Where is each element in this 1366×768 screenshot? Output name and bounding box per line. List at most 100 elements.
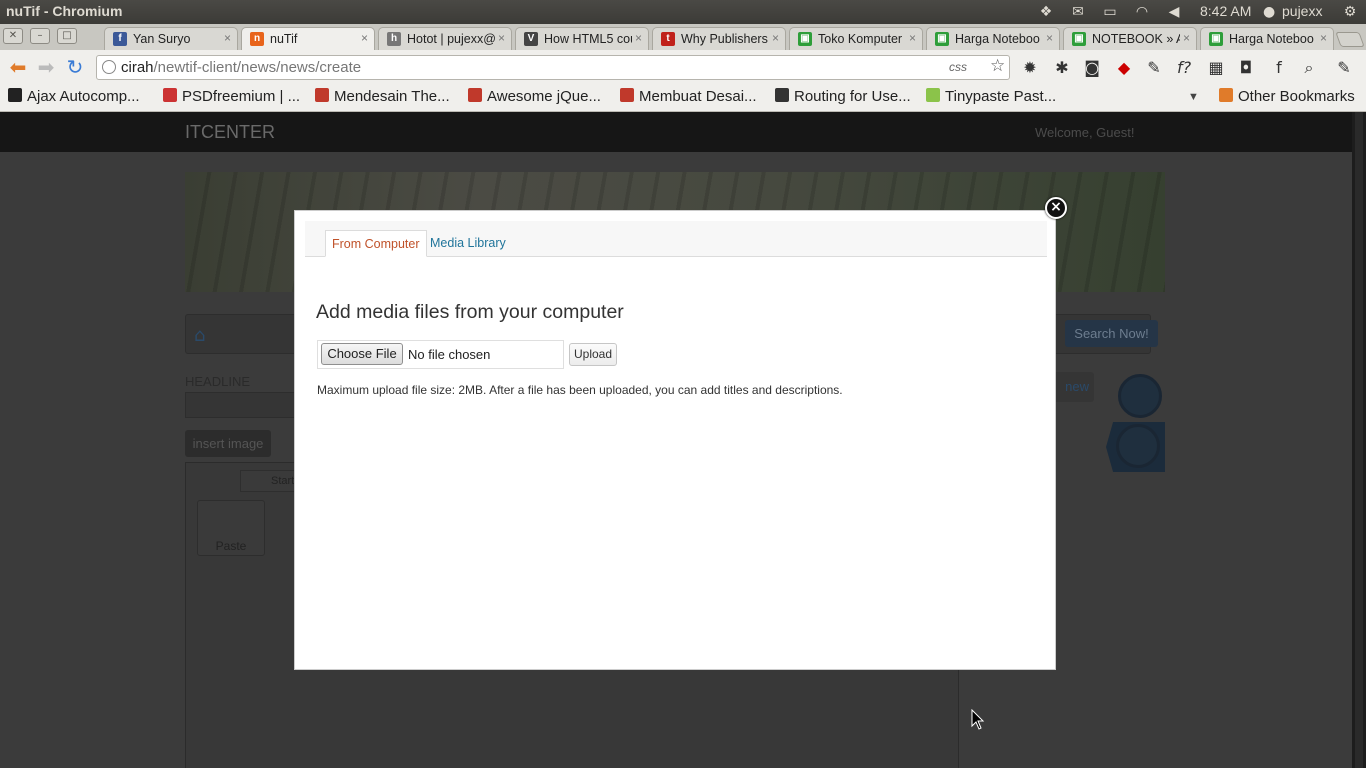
window-close-button[interactable]: ✕	[3, 28, 23, 44]
browser-tab[interactable]: ▣ Harga Noteboo ×	[1200, 27, 1334, 50]
tab-label: How HTML5 cou	[544, 32, 632, 46]
browser-tab[interactable]: ▣ Harga Noteboo ×	[926, 27, 1060, 50]
bookmark-item[interactable]: Membuat Desai...	[620, 88, 757, 105]
tab-favicon-icon: ▣	[1209, 32, 1223, 46]
bookmark-label: PSDfreemium | ...	[182, 88, 301, 105]
extension-search-icon[interactable]: ⌕	[1298, 57, 1320, 79]
site-navbar: ITCENTER Welcome, Guest!	[0, 112, 1352, 152]
editor-tab-start[interactable]: Start	[240, 470, 300, 492]
bookmark-favicon-icon	[163, 88, 177, 102]
tab-label: nuTif	[270, 32, 298, 46]
home-icon[interactable]: ⌂	[194, 325, 205, 346]
tab-close-icon[interactable]: ×	[361, 31, 368, 45]
tab-close-icon[interactable]: ×	[1183, 31, 1190, 45]
tab-close-icon[interactable]: ×	[635, 31, 642, 45]
browser-tab[interactable]: ▣ Toko Komputer ×	[789, 27, 923, 50]
battery-icon[interactable]: ▭	[1100, 3, 1120, 21]
search-now-button[interactable]: Search Now!	[1065, 320, 1158, 347]
tab-close-icon[interactable]: ×	[909, 31, 916, 45]
paste-button[interactable]: Paste	[197, 500, 265, 556]
extension-font-icon[interactable]: f?	[1173, 57, 1195, 79]
reload-icon[interactable]: ↻	[64, 56, 86, 78]
tab-strip: ✕ – □ f Yan Suryo × n nuTif × h Hotot | pujexx@…	[0, 24, 1366, 51]
tab-label: Toko Komputer	[818, 32, 903, 46]
upload-button[interactable]: Upload	[569, 343, 617, 366]
bookmark-item[interactable]: PSDfreemium | ...	[163, 88, 300, 105]
mouse-cursor-icon	[971, 709, 985, 730]
tab-favicon-icon: ▣	[798, 32, 812, 46]
side-home-icon[interactable]	[1118, 374, 1162, 418]
bookmark-star-icon[interactable]: ☆	[990, 56, 1005, 76]
upload-size-note: Maximum upload file size: 2MB. After a f…	[317, 383, 843, 397]
headline-input[interactable]	[185, 392, 305, 418]
new-button[interactable]: new	[1050, 372, 1094, 402]
extension-gear-icon[interactable]: ✹	[1019, 57, 1041, 79]
side-news-icon[interactable]	[1116, 424, 1160, 468]
tab-label: Harga Noteboo	[1229, 32, 1314, 46]
bookmark-label: Mendesain The...	[334, 88, 450, 105]
extension-box-icon[interactable]: ◘	[1235, 57, 1257, 79]
user-name[interactable]: pujexx	[1282, 3, 1322, 19]
site-brand[interactable]: ITCENTER	[185, 122, 275, 143]
back-arrow-icon[interactable]: ⬅	[7, 56, 29, 78]
extension-bug-icon[interactable]: ✱	[1051, 57, 1073, 79]
extension-t-icon[interactable]: ▦	[1205, 57, 1227, 79]
bookmark-label: Membuat Desai...	[639, 88, 757, 105]
choose-file-button[interactable]: Choose File	[321, 343, 403, 365]
bookmark-label: Awesome jQue...	[487, 88, 601, 105]
new-tab-button[interactable]	[1335, 32, 1365, 47]
tab-favicon-icon: n	[250, 32, 264, 46]
folder-icon	[1219, 88, 1233, 102]
tab-favicon-icon: t	[661, 32, 675, 46]
browser-tab[interactable]: V How HTML5 cou ×	[515, 27, 649, 50]
user-icon: ●	[1263, 4, 1276, 20]
dropbox-icon[interactable]: ❖	[1036, 3, 1056, 21]
welcome-menu[interactable]: Welcome, Guest!	[1035, 125, 1134, 140]
tab-close-icon[interactable]: ×	[772, 31, 779, 45]
tab-close-icon[interactable]: ×	[498, 31, 505, 45]
browser-tab[interactable]: t Why Publishers ×	[652, 27, 786, 50]
wifi-icon[interactable]: ◠	[1132, 3, 1152, 21]
tab-favicon-icon: h	[387, 32, 401, 46]
wrench-icon[interactable]: ✎	[1333, 57, 1355, 79]
extension-redhat-icon[interactable]: ◆	[1113, 57, 1135, 79]
bookmarks-bar: Ajax Autocomp... PSDfreemium | ... Mendesa…	[0, 84, 1366, 112]
modal-close-icon[interactable]: ×	[1045, 197, 1067, 219]
extension-eyedropper-icon[interactable]: ✎	[1143, 57, 1165, 79]
forward-arrow-icon[interactable]: ➡	[35, 56, 57, 78]
extension-camera-icon[interactable]: ◙	[1081, 57, 1103, 79]
bookmark-item[interactable]: Ajax Autocomp...	[8, 88, 140, 105]
bookmark-item[interactable]: Routing for Use...	[775, 88, 911, 105]
window-minimize-button[interactable]: –	[30, 28, 50, 44]
os-top-panel: nuTif - Chromium ❖ ✉ ▭ ◠ ◀ 8:42 AM ● puj…	[0, 0, 1366, 24]
insert-image-button[interactable]: insert image	[185, 430, 271, 457]
modal-tab-bar: From Computer Media Library	[305, 221, 1047, 257]
tab-close-icon[interactable]: ×	[1046, 31, 1053, 45]
bookmark-item[interactable]: Tinypaste Past...	[926, 88, 1056, 105]
bookmarks-overflow-chevron-icon[interactable]: ▼	[1188, 91, 1199, 103]
page-scrollbar[interactable]	[1352, 112, 1366, 768]
bookmark-favicon-icon	[620, 88, 634, 102]
tab-close-icon[interactable]: ×	[224, 31, 231, 45]
tab-close-icon[interactable]: ×	[1320, 31, 1327, 45]
clock[interactable]: 8:42 AM	[1200, 3, 1251, 19]
address-bar[interactable]: cirah/newtif-client/news/news/create css…	[96, 55, 1010, 80]
mail-icon[interactable]: ✉	[1068, 3, 1088, 21]
window-maximize-button[interactable]: □	[57, 28, 77, 44]
bookmark-item[interactable]: Mendesain The...	[315, 88, 450, 105]
other-bookmarks[interactable]: Other Bookmarks	[1219, 88, 1355, 105]
browser-tab[interactable]: n nuTif ×	[241, 27, 375, 51]
browser-tab[interactable]: ▣ NOTEBOOK » A ×	[1063, 27, 1197, 50]
tab-from-computer[interactable]: From Computer	[325, 230, 427, 257]
css-badge[interactable]: css	[949, 60, 967, 74]
modal-heading: Add media files from your computer	[316, 301, 624, 323]
volume-icon[interactable]: ◀	[1164, 3, 1184, 21]
tab-media-library[interactable]: Media Library	[424, 230, 512, 257]
scrollbar-thumb[interactable]	[1355, 112, 1363, 768]
browser-tab[interactable]: f Yan Suryo ×	[104, 27, 238, 50]
facebook-icon[interactable]: f	[1268, 57, 1290, 79]
gear-icon[interactable]: ⚙	[1340, 3, 1360, 21]
bookmark-label: Routing for Use...	[794, 88, 911, 105]
bookmark-item[interactable]: Awesome jQue...	[468, 88, 601, 105]
browser-tab[interactable]: h Hotot | pujexx@ ×	[378, 27, 512, 50]
